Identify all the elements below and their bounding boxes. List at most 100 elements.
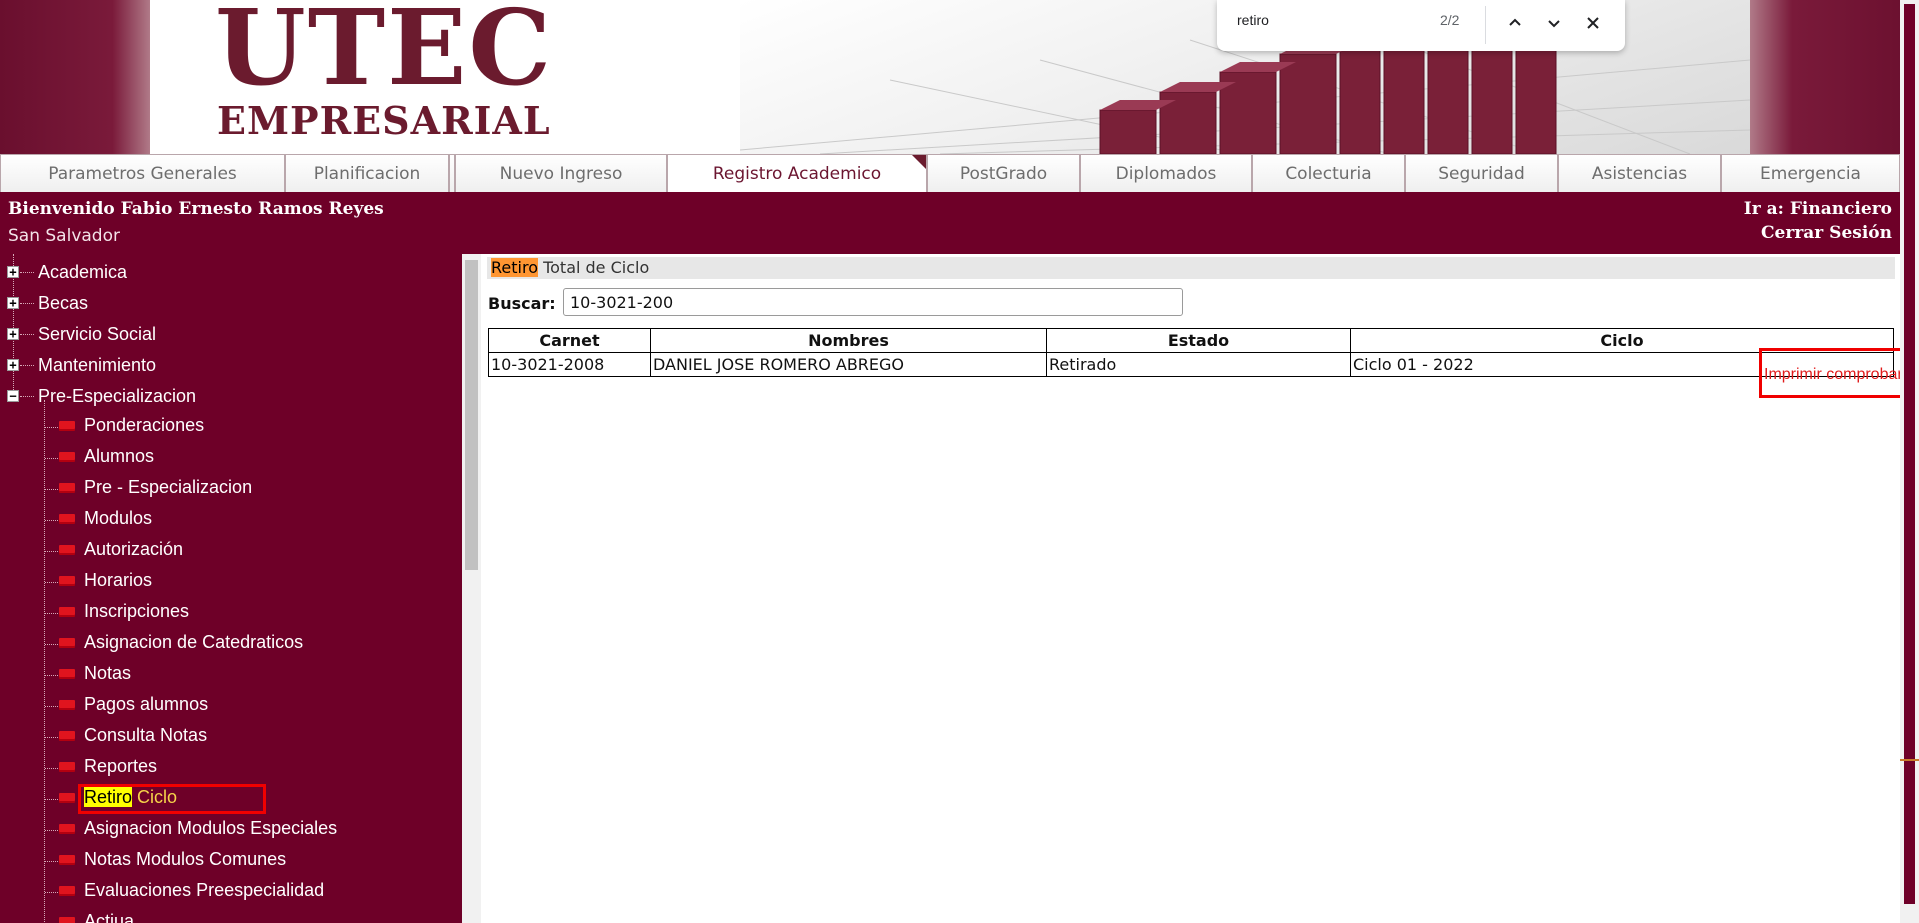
main-tabs: Parametros Generales Planificacion Nuevo… — [0, 154, 1900, 192]
tree-connector — [45, 737, 58, 738]
goto-financiero-link[interactable]: Ir a: Financiero — [1744, 199, 1892, 219]
sidebar-subitem-asignacion-catedraticos[interactable]: Asignacion de Catedraticos — [0, 629, 462, 659]
tree-connector — [45, 644, 58, 645]
tab-emergencia[interactable]: Emergencia — [1721, 154, 1900, 192]
sidebar-subitem-autorizacion[interactable]: Autorización — [0, 536, 462, 566]
sidebar-subitem-label: Asignacion Modulos Especiales — [84, 818, 338, 838]
sidebar-subitem-label: Inscripciones — [84, 601, 190, 621]
flag-icon — [59, 669, 75, 677]
find-close-button[interactable] — [1580, 10, 1606, 36]
sidebar-subitem-modulos[interactable]: Modulos — [0, 505, 462, 535]
flag-icon — [59, 452, 75, 460]
flag-icon — [59, 607, 75, 615]
tree-connector — [45, 799, 58, 800]
find-previous-button[interactable] — [1502, 10, 1528, 36]
sidebar-subitem-consulta-notas[interactable]: Consulta Notas — [0, 722, 462, 752]
banner-right-decoration — [1750, 0, 1919, 154]
collapse-icon[interactable]: − — [7, 390, 19, 402]
sidebar-subitem-pre-especializacion[interactable]: Pre - Especializacion — [0, 474, 462, 504]
sidebar-subitem-evaluaciones-preespecialidad[interactable]: Evaluaciones Preespecialidad — [0, 877, 462, 907]
expand-icon[interactable]: + — [7, 297, 19, 309]
table-header-row: Carnet Nombres Estado Ciclo — [488, 328, 1894, 353]
sidebar-subitem-label: Ponderaciones — [84, 415, 205, 435]
sidebar-item-label: Pre-Especializacion — [38, 385, 197, 406]
page-scrollbar[interactable] — [1900, 0, 1919, 923]
sidebar-subitem-label: Asignacion de Catedraticos — [84, 632, 304, 652]
sidebar-item-label: Servicio Social — [38, 323, 157, 344]
sidebar-item-label: Academica — [38, 261, 128, 282]
sidebar-subitem-retiro-ciclo[interactable]: Retiro Ciclo — [0, 784, 462, 814]
tab-postgrado[interactable]: PostGrado — [927, 154, 1080, 192]
sidebar-subitem-inscripciones[interactable]: Inscripciones — [0, 598, 462, 628]
flag-icon — [59, 731, 75, 739]
expand-icon[interactable]: + — [7, 359, 19, 371]
active-tab-corner — [912, 155, 926, 169]
sidebar-subitem-reportes[interactable]: Reportes — [0, 753, 462, 783]
chevron-down-icon — [1548, 20, 1560, 28]
expand-icon[interactable]: + — [7, 328, 19, 340]
find-match-count: 2/2 — [1440, 12, 1460, 28]
sidebar-subitem-asignacion-modulos-especiales[interactable]: Asignacion Modulos Especiales — [0, 815, 462, 845]
find-input[interactable] — [1237, 12, 1437, 28]
flag-icon — [59, 855, 75, 863]
sidebar-subitem-notas[interactable]: Notas — [0, 660, 462, 690]
sidebar-item-mantenimiento[interactable]: + Mantenimiento — [0, 350, 462, 380]
cell-estado: Retirado — [1046, 352, 1351, 377]
logo-subtitle: EMPRESARIAL — [217, 98, 551, 143]
tab-asistencias[interactable]: Asistencias — [1558, 154, 1721, 192]
sidebar-item-label: Becas — [38, 292, 89, 313]
sidebar-subitem-label: Notas Modulos Comunes — [84, 849, 287, 869]
page-title-rest: Total de Ciclo — [537, 258, 650, 277]
sidebar-subitem-notas-modulos-comunes[interactable]: Notas Modulos Comunes — [0, 846, 462, 876]
sidebar-subitem-label: Pagos alumnos — [84, 694, 209, 714]
main-content: Retiro Total de Ciclo Buscar: Carnet Nom… — [481, 254, 1904, 923]
sidebar-subitem-pagos-alumnos[interactable]: Pagos alumnos — [0, 691, 462, 721]
tree-connector — [20, 271, 34, 273]
sidebar-scrollbar-thumb[interactable] — [465, 260, 478, 570]
flag-icon — [59, 545, 75, 553]
logout-link[interactable]: Cerrar Sesión — [1761, 223, 1892, 243]
tab-planificacion[interactable]: Planificacion — [285, 154, 449, 192]
sidebar-subitem-ponderaciones[interactable]: Ponderaciones — [0, 412, 462, 442]
find-next-button[interactable] — [1541, 10, 1567, 36]
print-receipt-link[interactable]: Imprimir comprobante — [1764, 366, 1900, 384]
welcome-text: Bienvenido Fabio Ernesto Ramos Reyes — [8, 199, 384, 219]
sidebar-subitem-label-rest: Ciclo — [132, 787, 178, 807]
sidebar-scrollbar[interactable] — [462, 254, 481, 923]
sidebar-subitem-cut-off[interactable]: Actiua... — [0, 908, 462, 923]
sidebar-item-servicio-social[interactable]: + Servicio Social — [0, 319, 462, 349]
tree-connector — [20, 333, 34, 335]
tab-registro-academico-label: Registro Academico — [712, 163, 882, 184]
sidebar-item-academica[interactable]: + Academica — [0, 257, 462, 287]
tab-parametros-generales[interactable]: Parametros Generales — [0, 154, 285, 192]
find-result-marker — [1900, 759, 1919, 761]
flag-icon — [59, 917, 75, 923]
tree-connector — [45, 613, 58, 614]
tab-registro-academico[interactable]: Registro Academico — [667, 154, 927, 192]
user-city: San Salvador — [8, 226, 120, 246]
column-header-nombres: Nombres — [650, 328, 1047, 353]
sidebar-subitem-alumnos[interactable]: Alumnos — [0, 443, 462, 473]
tab-seguridad[interactable]: Seguridad — [1405, 154, 1558, 192]
tree-connector — [20, 302, 34, 304]
sidebar-item-becas[interactable]: + Becas — [0, 288, 462, 318]
page-scrollbar-thumb[interactable] — [1904, 4, 1915, 904]
find-in-page-bar: 2/2 — [1217, 0, 1625, 51]
flag-icon — [59, 700, 75, 708]
sidebar-subitem-label: Modulos — [84, 508, 153, 528]
tree-connector — [45, 768, 58, 769]
tree-connector — [45, 489, 58, 490]
tab-nuevo-ingreso[interactable]: Nuevo Ingreso — [455, 154, 667, 192]
table-row[interactable]: 10-3021-2008 DANIEL JOSE ROMERO ABREGO R… — [488, 352, 1894, 377]
tree-connector — [45, 830, 58, 831]
close-icon — [1587, 17, 1599, 29]
expand-icon[interactable]: + — [7, 266, 19, 278]
tab-colecturia[interactable]: Colecturia — [1252, 154, 1405, 192]
tree-connector — [45, 861, 58, 862]
sidebar-item-pre-especializacion[interactable]: − Pre-Especializacion — [0, 381, 462, 411]
cell-nombres: DANIEL JOSE ROMERO ABREGO — [650, 352, 1047, 377]
sidebar-subitem-horarios[interactable]: Horarios — [0, 567, 462, 597]
tab-diplomados[interactable]: Diplomados — [1080, 154, 1252, 192]
flag-icon — [59, 638, 75, 646]
search-input[interactable] — [563, 288, 1183, 316]
